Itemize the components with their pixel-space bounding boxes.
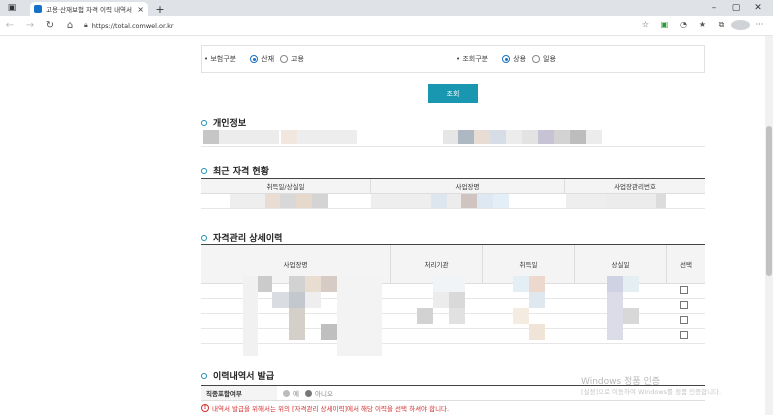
col-header: 사업장명 (371, 179, 565, 193)
scrollbar-thumb[interactable] (766, 126, 772, 276)
toolbar-icons: ☆ ▣ ◔ ★ ⧉ ··· (636, 19, 769, 32)
browser-toolbar: ← → ↻ ⌂ 🔒︎ https://total.comwel.or.kr ☆ … (0, 16, 773, 36)
browser-tab[interactable]: 고용·산재보험 자격 이력 내역서 × (30, 2, 148, 16)
tab-title: 고용·산재보험 자격 이력 내역서 (46, 6, 133, 14)
row-select-checkbox[interactable] (680, 331, 688, 339)
search-button[interactable]: 조회 (428, 84, 478, 103)
sidebar-icon[interactable]: ▣ (0, 0, 24, 16)
query-option-sangyong[interactable]: 상용 (502, 54, 526, 64)
query-option-ilyong[interactable]: 일용 (532, 54, 556, 64)
back-icon[interactable]: ← (0, 20, 20, 31)
radio-icon[interactable] (532, 55, 541, 63)
occupation-include-label: 직종포함여부 (201, 386, 277, 400)
section-title: 이력내역서 발급 (213, 372, 275, 382)
section-recent-status: 최근 자격 현황 (201, 164, 269, 177)
lock-icon[interactable]: 🔒︎ (84, 21, 88, 30)
radio-icon[interactable] (280, 55, 289, 63)
query-type-group: • 조회구분 상용 일용 (452, 54, 702, 64)
warning-message: ! 내역서 발급을 위해서는 위의 [자격관리 상세이력]에서 해당 이력을 선… (201, 403, 449, 413)
site-favicon-icon (34, 5, 42, 13)
query-type-label: • 조회구분 (456, 55, 489, 63)
radio-selected-icon[interactable] (250, 55, 259, 63)
warning-icon: ! (201, 404, 209, 412)
tab-close-icon[interactable]: × (137, 5, 144, 14)
favorites-icon[interactable]: ★ (693, 20, 712, 32)
section-personal-info: 개인정보 (201, 116, 246, 129)
windows-activation-subtitle: [설정]으로 이동하여 Windows를 정품 인증합니다. (581, 388, 722, 396)
page-content: • 보험구분 산재 고용 • 조회구분 상용 일용 조회 개인정보 최근 자격 … (0, 36, 765, 415)
search-filter-box: • 보험구분 산재 고용 • 조회구분 상용 일용 (201, 45, 705, 73)
home-icon[interactable]: ⌂ (60, 20, 80, 31)
close-window-button[interactable]: ✕ (747, 3, 769, 13)
maximize-button[interactable]: ▢ (725, 3, 747, 13)
section-issue: 이력내역서 발급 (201, 369, 274, 382)
insurance-option-goyong[interactable]: 고용 (280, 54, 304, 64)
table-row (201, 329, 705, 344)
radio-icon[interactable] (283, 389, 290, 397)
new-tab-button[interactable]: + (152, 2, 168, 16)
favorite-add-icon[interactable]: ☆ (636, 20, 655, 32)
recent-table-header: 취득일/상실일 사업장명 사업장관리번호 (201, 178, 705, 194)
option-yes[interactable]: 예 (293, 388, 299, 398)
insurance-type-label: • 보험구분 (204, 55, 237, 63)
radio-selected-icon[interactable] (304, 389, 312, 397)
radio-selected-icon[interactable] (502, 55, 511, 63)
section-history: 자격관리 상세이력 (201, 231, 282, 244)
bullet-icon (201, 167, 207, 174)
section-title: 자격관리 상세이력 (213, 234, 283, 244)
insurance-type-group: • 보험구분 산재 고용 (202, 54, 452, 64)
browser-tab-bar: ▣ 고용·산재보험 자격 이력 내역서 × + – ▢ ✕ (0, 0, 773, 16)
more-icon[interactable]: ··· (750, 20, 769, 32)
address-bar[interactable]: 🔒︎ https://total.comwel.or.kr (84, 21, 636, 30)
refresh-icon[interactable]: ↻ (40, 20, 60, 31)
section-title: 개인정보 (213, 119, 247, 129)
forward-icon[interactable]: → (20, 20, 40, 31)
bullet-icon (201, 119, 207, 126)
insurance-option-sanjae[interactable]: 산재 (250, 54, 274, 64)
occupation-include-options: 예 아니오 (277, 388, 333, 398)
col-header: 취득일/상실일 (201, 179, 371, 193)
bullet-icon (201, 234, 207, 241)
row-select-checkbox[interactable] (680, 286, 688, 294)
collections-icon[interactable]: ◔ (674, 20, 693, 32)
browser-collections-icon[interactable]: ⧉ (712, 20, 731, 32)
minimize-button[interactable]: – (703, 3, 725, 13)
section-title: 최근 자격 현황 (213, 167, 269, 177)
row-select-checkbox[interactable] (680, 301, 688, 309)
window-controls: – ▢ ✕ (703, 0, 769, 16)
bullet-icon (201, 372, 207, 379)
col-header: 사업장관리번호 (614, 183, 656, 191)
row-select-checkbox[interactable] (680, 316, 688, 324)
extension-icon[interactable]: ▣ (655, 20, 674, 32)
divider (201, 146, 705, 147)
url-text: https://total.comwel.or.kr (91, 21, 174, 30)
col-header: 선택 (680, 261, 692, 269)
page-scrollbar[interactable] (765, 36, 773, 415)
browser-profile-icon[interactable] (731, 19, 750, 32)
option-no[interactable]: 아니오 (315, 388, 333, 398)
